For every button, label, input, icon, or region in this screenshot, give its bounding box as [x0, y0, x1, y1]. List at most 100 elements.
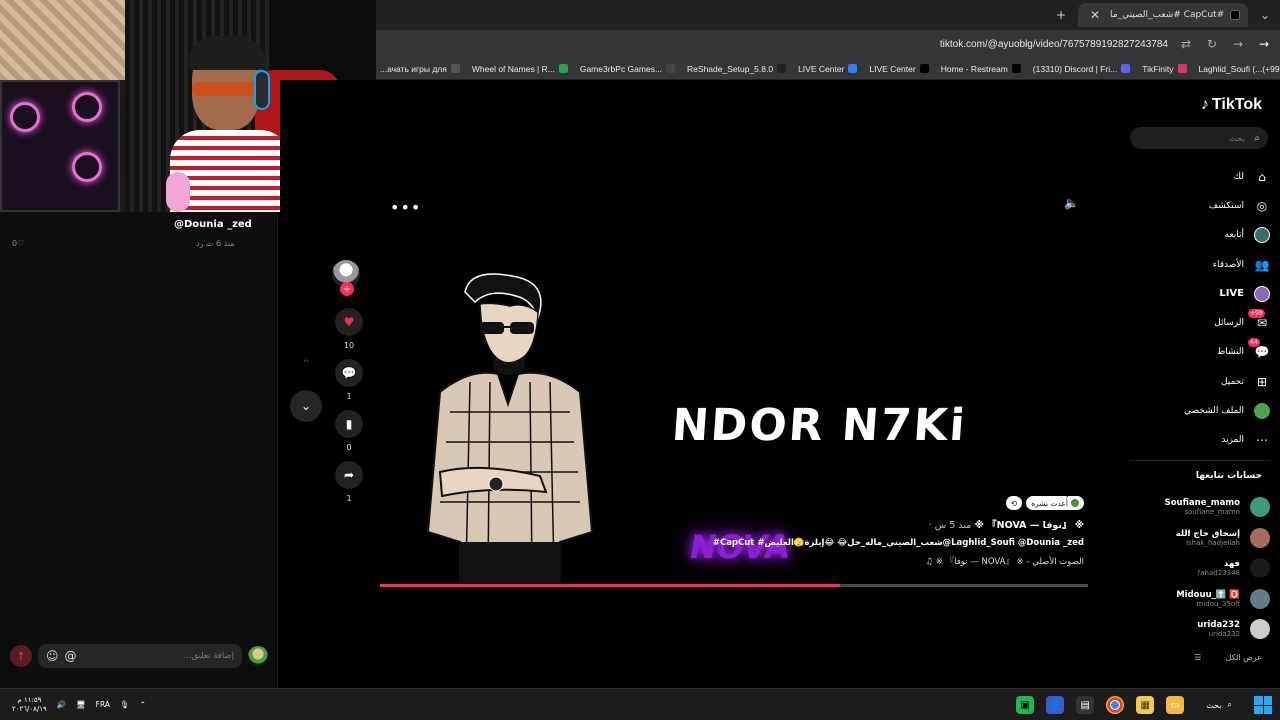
- sidebar-item-label: الملف الشخصي: [1184, 406, 1244, 417]
- speaker-icon[interactable]: 🔊: [57, 700, 66, 709]
- caption-title[interactable]: ※ 『NOVA — نوفا』 ※: [975, 520, 1084, 531]
- sidebar-item-label: المزيد: [1221, 435, 1244, 446]
- bookmark-favicon-icon: [919, 64, 929, 73]
- comment-input[interactable]: ☺ @ ...إضافة تعليق: [38, 644, 242, 668]
- comment-action[interactable]: 💬 1: [332, 359, 366, 404]
- reposted-badge: أُعدت نشره: [1026, 496, 1084, 510]
- send-comment-button[interactable]: ↑: [10, 645, 32, 667]
- heart-icon[interactable]: ♥: [335, 308, 363, 336]
- microphone-icon[interactable]: 🎙: [120, 700, 130, 709]
- video-stage: ••• 🔈 ⌃ ⌄ + ♥ 10 💬 1 ▮ 0 ➦ 1 NDOR N7Ki N…: [280, 80, 1135, 688]
- sidebar-item-label: الرسائل: [1214, 318, 1244, 329]
- bookmark-item[interactable]: Laghlid_Soufi (...(+99): [1199, 64, 1280, 74]
- following-account[interactable]: urida232 urida232: [1120, 614, 1270, 645]
- notification-badge: 44: [1248, 338, 1260, 348]
- tiktok-logo[interactable]: ♪ TikTok: [1201, 96, 1262, 114]
- repost-button[interactable]: ⟲: [1005, 496, 1023, 510]
- previous-video-button[interactable]: ⌃: [290, 348, 322, 380]
- tab-search-chevron-icon[interactable]: ⌄: [1256, 6, 1274, 24]
- file-explorer-icon[interactable]: ▭: [1166, 696, 1185, 714]
- bookmark-item[interactable]: LIVE Center: [869, 63, 929, 74]
- bookmark-item[interactable]: ReShade_Setup_5.8.0: [687, 64, 787, 74]
- home-icon: ⌂: [1258, 169, 1266, 184]
- sidebar-item-messages[interactable]: الرسائل ✉ +99: [1120, 308, 1270, 337]
- comment-placeholder: ...إضافة تعليق: [183, 651, 234, 661]
- bookmark-item[interactable]: TikFinity: [1142, 64, 1187, 74]
- sidebar-item-profile[interactable]: الملف الشخصي: [1120, 396, 1270, 425]
- taskbar-clock[interactable]: ١١:٥٩ م ٢٠٢٦/٠٨/١٩: [12, 696, 47, 714]
- store-icon[interactable]: ▦: [1136, 696, 1155, 714]
- bookmark-favicon-icon: [666, 64, 676, 73]
- comment-like-count[interactable]: 0♡: [12, 239, 24, 248]
- search-input[interactable]: بحث ⌕: [1130, 127, 1268, 149]
- mention-icon[interactable]: @: [65, 649, 77, 663]
- account-avatar: [1250, 619, 1270, 640]
- taskbar-search[interactable]: بحث ⌕: [1196, 700, 1242, 710]
- volume-icon[interactable]: 🔈: [1064, 196, 1079, 210]
- bookmark-icon[interactable]: ▮: [335, 410, 363, 438]
- comment-author[interactable]: @Dounia _zed: [174, 219, 252, 230]
- taskbar-app-green-icon[interactable]: ▣: [1016, 696, 1035, 714]
- sidebar-item-label: النشاط: [1216, 347, 1244, 358]
- sidebar-item-upload[interactable]: تحميل ⊞: [1120, 367, 1270, 396]
- sidebar-divider: [1130, 460, 1270, 461]
- see-all-row[interactable]: ☰ عرض الكل: [1194, 653, 1262, 662]
- messages-icon: ✉ +99: [1248, 309, 1268, 331]
- following-account[interactable]: إسحاق حاج الله ishak_hadjellah: [1120, 523, 1270, 554]
- profile-icon: [1254, 403, 1270, 420]
- see-all-link[interactable]: عرض الكل: [1225, 653, 1262, 662]
- cartoon-man-illustration: [426, 273, 594, 588]
- input-language[interactable]: FRA: [96, 700, 110, 709]
- more-options-icon[interactable]: •••: [390, 198, 421, 217]
- caption-sound[interactable]: ♫ ※ 『نوفا — NOVA』 ※ - الصوت الأصلي: [644, 555, 1084, 567]
- bookmark-item[interactable]: (13310) Discord | Fri...: [1033, 64, 1131, 74]
- site-settings-icon[interactable]: ⇄: [1178, 37, 1194, 51]
- like-action[interactable]: ♥ 10: [332, 308, 366, 353]
- author-avatar[interactable]: +: [332, 260, 360, 296]
- save-action[interactable]: ▮ 0: [332, 410, 366, 455]
- taskbar-app-user-icon[interactable]: 👤: [1046, 696, 1065, 714]
- comment-bubble-icon[interactable]: 💬: [335, 359, 363, 387]
- sidebar-item-compass[interactable]: استكشف ◎: [1120, 191, 1270, 220]
- reload-icon[interactable]: ↻: [1204, 37, 1220, 51]
- share-action[interactable]: ➦ 1: [332, 461, 366, 506]
- notification-badge: +99: [1248, 309, 1265, 319]
- caption-tags[interactable]: #CapCut #شعب_الصيني_ماله_حل😂 😂إيلزة🫣العل…: [644, 538, 1084, 548]
- sidebar-item-activity[interactable]: النشاط 💬 44: [1120, 338, 1270, 367]
- network-icon[interactable]: 🖥: [76, 700, 86, 709]
- sidebar-item-following-avatar[interactable]: أتابعه: [1120, 221, 1270, 250]
- bookmark-item[interactable]: Home - Restream: [941, 64, 1021, 74]
- sidebar-item-more[interactable]: المزيد ⋯: [1120, 426, 1270, 455]
- bookmark-favicon-icon: [558, 64, 568, 73]
- account-display-name: Soufiane_mamo: [1164, 498, 1240, 509]
- search-icon[interactable]: ⌕: [1254, 133, 1260, 144]
- chrome-icon[interactable]: [1106, 696, 1125, 714]
- sidebar-item-home[interactable]: لك ⌂: [1120, 162, 1270, 191]
- emoji-icon[interactable]: ☺: [46, 649, 59, 663]
- tray-chevron-icon[interactable]: ⌃: [140, 700, 146, 709]
- close-tab-icon[interactable]: ✕: [1086, 6, 1104, 24]
- following-account[interactable]: فهد fahad23348: [1120, 553, 1270, 584]
- browser-tab[interactable]: ✕ شعب_الصيني_ما# CapCut#...: [1078, 3, 1248, 27]
- sidebar-item-live[interactable]: LIVE: [1120, 279, 1270, 308]
- windows-start-icon[interactable]: [1254, 696, 1272, 714]
- bookmark-item[interactable]: ...ачать игры для: [380, 64, 460, 74]
- video-progress-bar[interactable]: [380, 584, 1088, 587]
- bookmark-item[interactable]: Game3rbPc Games...: [580, 64, 676, 74]
- next-video-button[interactable]: ⌄: [290, 390, 322, 422]
- bookmark-item[interactable]: Wheel of Names | R...: [472, 64, 568, 74]
- url-field[interactable]: tiktok.com/@ayuoblg/video/76757891928272…: [940, 39, 1168, 50]
- back-icon[interactable]: →: [1256, 37, 1272, 51]
- following-account[interactable]: Midouu_⬆️ 🅾️ midou_35off: [1120, 584, 1270, 615]
- sidebar-item-friends[interactable]: الأصدقاء 👥: [1120, 250, 1270, 279]
- bookmark-label: LIVE Center: [869, 63, 916, 74]
- following-account[interactable]: Soufiane_mamo soufiane_mamo: [1120, 492, 1270, 523]
- share-arrow-icon[interactable]: ➦: [335, 461, 363, 489]
- taskbar-app-console-icon[interactable]: ▤: [1076, 696, 1095, 714]
- forward-icon[interactable]: →: [1230, 37, 1246, 51]
- bookmark-item[interactable]: LIVE Center: [798, 64, 858, 74]
- new-tab-button[interactable]: +: [1052, 6, 1070, 24]
- tiktok-sidebar: ♪ TikTok بحث ⌕ لك ⌂ استكشف ◎ أتابعه الأصدقاء 👥 L…: [1118, 80, 1280, 688]
- follow-plus-icon[interactable]: +: [340, 282, 354, 296]
- bookmark-label: Wheel of Names | R...: [471, 63, 555, 74]
